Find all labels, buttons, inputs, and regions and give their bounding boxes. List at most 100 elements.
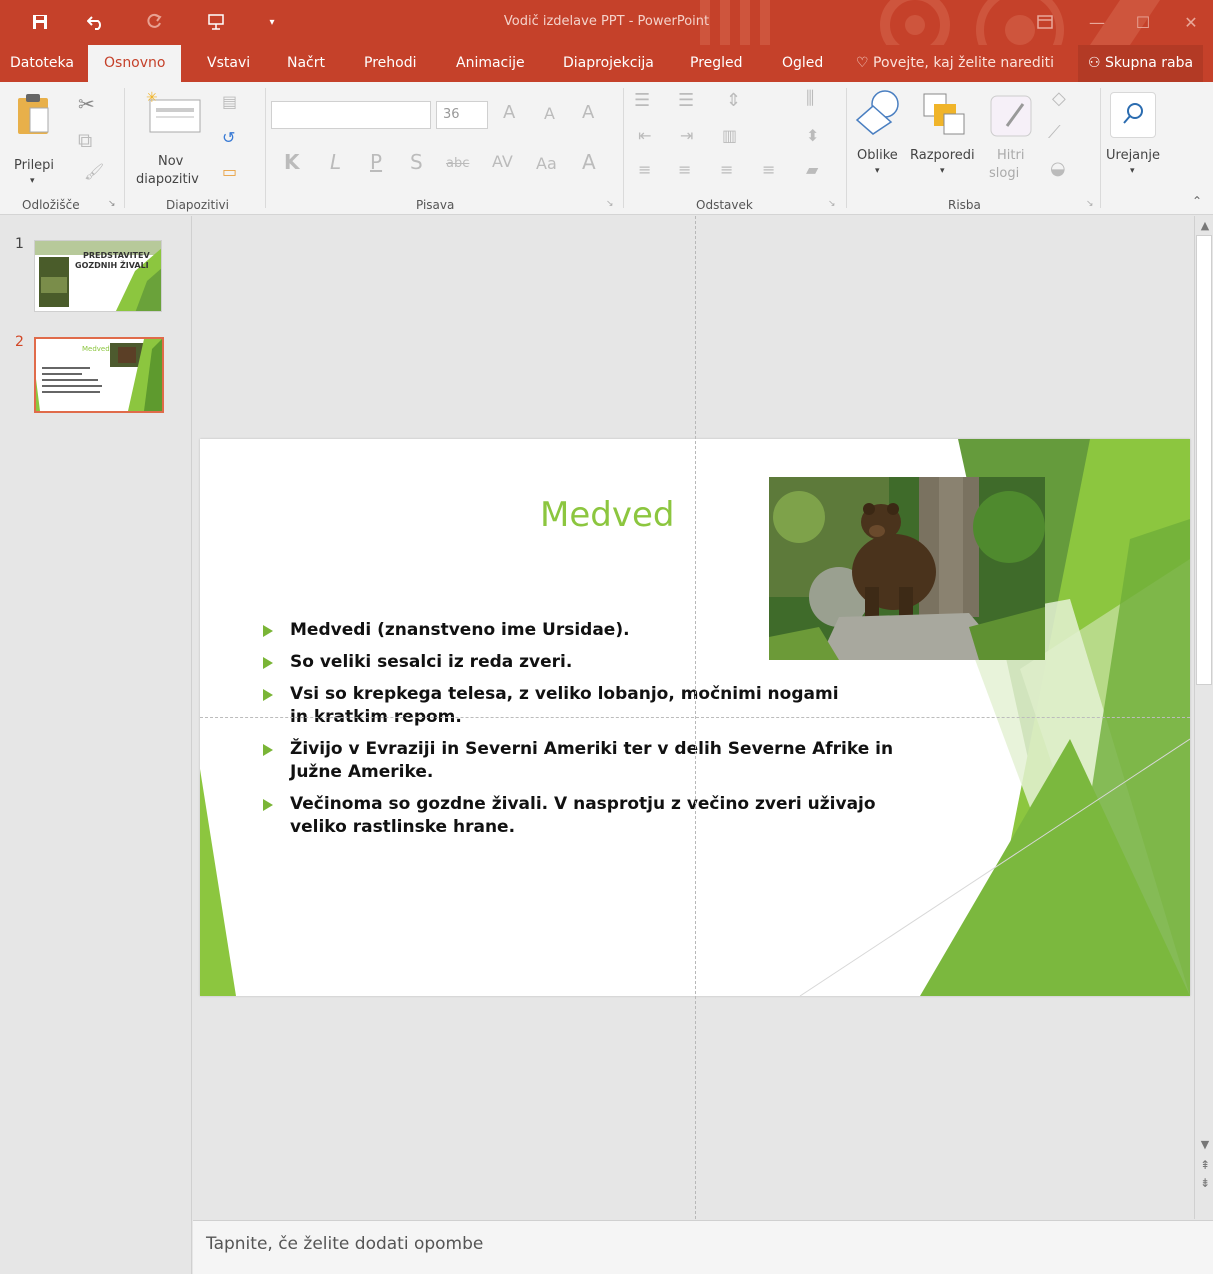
- justify-icon[interactable]: ≡: [762, 160, 775, 179]
- editing-dropdown-icon: ▾: [1130, 166, 1135, 176]
- group-label-slides: Diapozitivi: [166, 198, 229, 212]
- font-color-button[interactable]: A: [582, 150, 596, 174]
- paste-button[interactable]: Prilepi ▾: [12, 92, 62, 186]
- group-separator: [623, 88, 624, 208]
- strikethrough-button[interactable]: abc: [446, 156, 469, 171]
- group-separator: [846, 88, 847, 208]
- align-left-icon[interactable]: ≡: [638, 160, 651, 179]
- svg-text:✳: ✳: [146, 90, 158, 106]
- shape-fill-icon[interactable]: ◇: [1052, 88, 1066, 109]
- underline-button[interactable]: P: [370, 150, 382, 174]
- share-button[interactable]: ⚇ Skupna raba: [1078, 45, 1204, 82]
- previous-slide-icon[interactable]: ⇞: [1197, 1158, 1213, 1172]
- font-size-input[interactable]: 36: [436, 101, 488, 129]
- collapse-ribbon-icon[interactable]: ⌃: [1192, 194, 1202, 208]
- editing-button[interactable]: Urejanje ▾: [1104, 88, 1164, 188]
- scroll-down-icon[interactable]: ▼: [1197, 1138, 1213, 1151]
- thumbnail-number: 2: [15, 334, 24, 350]
- shapes-label: Oblike: [857, 148, 898, 163]
- tab-pregled[interactable]: Pregled: [690, 45, 743, 82]
- slide-thumbnail-2[interactable]: Medved: [34, 337, 164, 413]
- clipboard-launcher-icon[interactable]: ↘: [108, 199, 116, 209]
- increase-font-icon[interactable]: A: [503, 102, 515, 123]
- bullet-arrow-icon: [263, 625, 273, 637]
- line-spacing-icon[interactable]: ⇕: [726, 90, 741, 111]
- quick-styles-label-2: slogi: [989, 166, 1020, 181]
- quick-styles-button[interactable]: Hitri slogi: [985, 88, 1035, 188]
- bullet-text: So veliki sesalci iz reda zveri.: [290, 652, 573, 672]
- shapes-button[interactable]: Oblike ▾: [855, 88, 905, 188]
- tab-osnovno[interactable]: Osnovno: [88, 45, 182, 82]
- layout-icon[interactable]: ▤: [222, 92, 237, 111]
- group-separator: [265, 88, 266, 208]
- bullet-text: Večinoma so gozdne živali. V nasprotju z…: [290, 794, 876, 837]
- copy-icon[interactable]: ⧉: [78, 128, 92, 152]
- tab-nacrt[interactable]: Načrt: [287, 45, 325, 82]
- slide-bullet-list[interactable]: Medvedi (znanstveno ime Ursidae). So vel…: [260, 619, 920, 848]
- maximize-button[interactable]: ☐: [1128, 8, 1158, 36]
- arrange-button[interactable]: Razporedi ▾: [910, 88, 980, 188]
- new-slide-label-2: diapozitiv: [136, 172, 199, 187]
- text-direction-icon[interactable]: ⫼: [806, 88, 814, 109]
- reset-icon[interactable]: ↺: [222, 128, 235, 147]
- decrease-font-icon[interactable]: A: [544, 104, 555, 123]
- close-button[interactable]: ✕: [1176, 8, 1206, 36]
- title-bar: ▾ Vodič izdelave PPT - PowerPoint — ☐ ✕: [0, 0, 1213, 74]
- bullets-icon[interactable]: ☰: [634, 90, 650, 111]
- scroll-up-icon[interactable]: ▲: [1197, 219, 1213, 232]
- paragraph-launcher-icon[interactable]: ↘: [828, 199, 836, 209]
- tab-diaprojekcija[interactable]: Diaprojekcija: [563, 45, 654, 82]
- bold-button[interactable]: K: [284, 150, 300, 174]
- shape-outline-icon[interactable]: ⟋: [1048, 122, 1061, 143]
- new-slide-label-1: Nov: [158, 154, 184, 169]
- next-slide-icon[interactable]: ⇟: [1197, 1176, 1213, 1190]
- drawing-launcher-icon[interactable]: ↘: [1086, 199, 1094, 209]
- slide-title[interactable]: Medved: [540, 495, 674, 535]
- group-label-font: Pisava: [416, 198, 455, 212]
- tab-ogled[interactable]: Ogled: [782, 45, 823, 82]
- new-slide-button[interactable]: ✳ Nov diapozitiv: [136, 88, 216, 188]
- section-icon[interactable]: ▭: [222, 162, 237, 181]
- change-case-button[interactable]: Aa: [536, 154, 557, 173]
- shapes-dropdown-icon: ▾: [875, 166, 880, 176]
- shapes-icon: [855, 90, 899, 135]
- ribbon-tabs: Datoteka Osnovno Vstavi Načrt Prehodi An…: [0, 45, 1213, 82]
- lightbulb-icon: ♡: [856, 55, 869, 71]
- tab-prehodi[interactable]: Prehodi: [364, 45, 416, 82]
- italic-button[interactable]: L: [330, 150, 341, 174]
- arrange-dropdown-icon: ▾: [940, 166, 945, 176]
- align-center-icon[interactable]: ≡: [678, 160, 691, 179]
- bullet-arrow-icon: [263, 689, 273, 701]
- format-painter-icon[interactable]: 🖌: [84, 162, 104, 181]
- increase-indent-icon[interactable]: ⇥: [680, 126, 693, 145]
- slide-thumbnail-1[interactable]: PREDSTAVITEV GOZDNIH ŽIVALI: [34, 240, 162, 312]
- share-label: Skupna raba: [1105, 55, 1194, 71]
- scrollbar-thumb[interactable]: [1196, 235, 1212, 685]
- thumbnail-2-title: Medved: [82, 345, 110, 353]
- decrease-indent-icon[interactable]: ⇤: [638, 126, 651, 145]
- bullet-item: Živijo v Evraziji in Severni Ameriki ter…: [260, 738, 920, 784]
- clear-formatting-icon[interactable]: A: [582, 102, 594, 123]
- cut-icon[interactable]: ✂: [78, 92, 95, 116]
- character-spacing-button[interactable]: AV: [492, 152, 513, 171]
- shape-effects-icon[interactable]: ◒: [1050, 158, 1066, 179]
- font-name-input[interactable]: [271, 101, 431, 129]
- shadow-button[interactable]: S: [410, 150, 423, 174]
- editing-label: Urejanje: [1106, 148, 1160, 163]
- align-right-icon[interactable]: ≡: [720, 160, 733, 179]
- person-icon: ⚇: [1088, 55, 1101, 71]
- tell-me-box[interactable]: ♡ Povejte, kaj želite narediti: [856, 45, 1054, 82]
- tab-datoteka[interactable]: Datoteka: [10, 45, 74, 82]
- font-launcher-icon[interactable]: ↘: [606, 199, 614, 209]
- minimize-button[interactable]: —: [1082, 8, 1112, 36]
- notes-pane[interactable]: Tapnite, če želite dodati opombe: [193, 1220, 1213, 1274]
- smartart-icon[interactable]: ▰: [806, 160, 818, 179]
- align-text-icon[interactable]: ⬍: [806, 126, 819, 145]
- tab-vstavi[interactable]: Vstavi: [207, 45, 250, 82]
- numbering-icon[interactable]: ☰: [678, 90, 694, 111]
- columns-icon[interactable]: ▥: [722, 126, 737, 145]
- bullet-arrow-icon: [263, 799, 273, 811]
- tell-me-text: Povejte, kaj želite narediti: [873, 55, 1055, 71]
- tab-animacije[interactable]: Animacije: [456, 45, 525, 82]
- ribbon-display-options-icon[interactable]: [1030, 8, 1060, 36]
